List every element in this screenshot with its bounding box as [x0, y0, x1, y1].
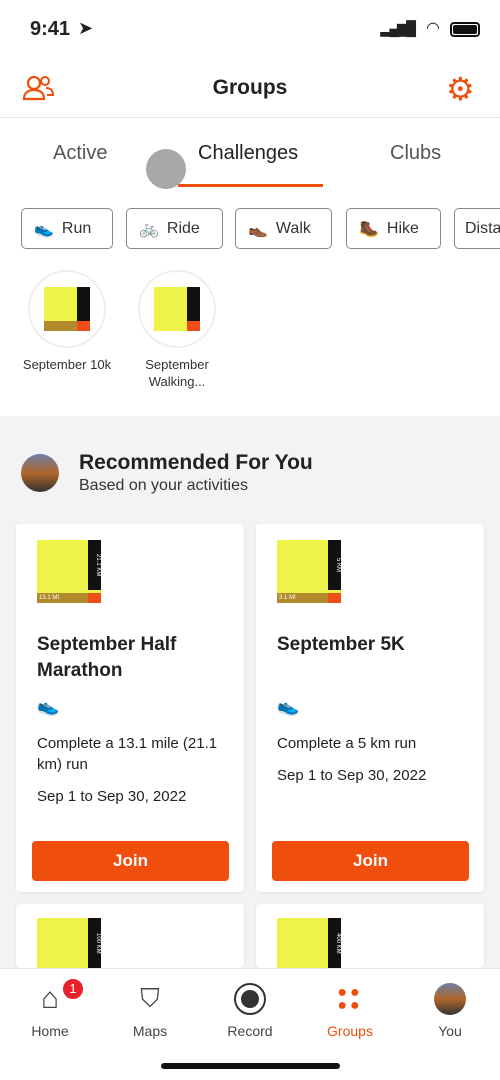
challenge-card[interactable]: 21.1 KM 13.1 MI September Half Marathon 👟…	[16, 524, 244, 892]
tab-active[interactable]: Active	[53, 142, 107, 165]
status-bar: 9:41 ➤ ◠ ▂▄▆█	[0, 0, 500, 60]
nav-you[interactable]: You	[405, 981, 495, 1039]
section-title: Recommended For You	[79, 451, 313, 474]
badge-km: 100 KM	[88, 918, 101, 968]
walk-shoe-icon: 👞	[248, 220, 268, 238]
nav-maps[interactable]: ⛉ Maps	[105, 981, 195, 1039]
challenge-card[interactable]: 5 KM 3.1 MI September 5K 👟 Complete a 5 k…	[256, 524, 484, 892]
badge-km: 21.1 KM	[88, 540, 101, 590]
nav-label: You	[438, 1023, 462, 1039]
clock: 9:41	[30, 18, 71, 40]
challenge-badge: 100 KM	[37, 918, 101, 968]
record-icon	[205, 981, 295, 1017]
tab-clubs[interactable]: Clubs	[390, 142, 441, 165]
map-pin-icon: ⛉	[140, 983, 160, 1013]
nav-home[interactable]: ⌂ Home 1	[5, 977, 95, 1039]
bottom-nav: ⌂ Home 1 ⛉ Maps Record ●● ●● Groups You	[0, 968, 500, 1080]
settings-gear-icon[interactable]: ⚙	[446, 70, 475, 108]
card-dates: Sep 1 to Sep 30, 2022	[37, 788, 187, 805]
page-title: Groups	[212, 76, 288, 99]
joined-challenges: September 10k September Walking...	[0, 270, 500, 416]
filter-label: Run	[61, 219, 92, 237]
tab-bar: Active Challenges Clubs	[0, 118, 500, 190]
filter-hike[interactable]: 🥾 Hike	[346, 208, 441, 249]
filter-ride[interactable]: 🚲 Ride	[126, 208, 223, 249]
nav-label: Groups	[327, 1023, 373, 1039]
joined-challenge[interactable]: September 10k	[12, 270, 122, 373]
badge-mi: 13.1 MI	[37, 593, 88, 603]
card-title: September 5K	[277, 634, 405, 655]
home-indicator	[161, 1063, 340, 1069]
join-button[interactable]: Join	[32, 841, 229, 881]
challenge-badge	[138, 270, 216, 348]
tab-indicator	[178, 184, 323, 187]
filter-label: Hike	[386, 219, 419, 237]
avatar	[21, 454, 59, 492]
challenge-badge	[28, 270, 106, 348]
filter-walk[interactable]: 👞 Walk	[235, 208, 332, 249]
challenge-label: September Walking...	[145, 357, 209, 389]
challenge-badge: 21.1 KM 13.1 MI	[37, 540, 101, 603]
badge-km: 5 KM	[328, 540, 341, 590]
nav-record[interactable]: Record	[205, 981, 295, 1039]
signal-icon: ▂▄▆█	[380, 20, 416, 36]
battery-icon	[450, 22, 480, 37]
filter-run[interactable]: 👟 Run	[21, 208, 113, 249]
badge-km: 400 KM	[328, 918, 341, 968]
challenge-card[interactable]: 400 KM	[256, 904, 484, 968]
filter-label: Ride	[166, 219, 200, 237]
boot-icon: 🥾	[359, 220, 379, 238]
card-title: September Half Marathon	[37, 634, 177, 681]
sport-filters: 👟 Run 🚲 Ride 👞 Walk 🥾 Hike Dista	[0, 190, 500, 270]
groups-icon: ●● ●●	[337, 984, 363, 1014]
join-button[interactable]: Join	[272, 841, 469, 881]
challenge-badge: 5 KM 3.1 MI	[277, 540, 341, 603]
notification-badge: 1	[61, 977, 85, 1001]
shoe-icon: 👟	[34, 220, 54, 238]
challenge-label: September 10k	[22, 357, 112, 372]
shoe-icon: 👟	[277, 696, 300, 716]
nav-groups[interactable]: ●● ●● Groups	[305, 981, 395, 1040]
header: Groups ⚙	[0, 60, 500, 118]
card-dates: Sep 1 to Sep 30, 2022	[277, 767, 427, 784]
nav-label: Home	[31, 1023, 69, 1039]
card-description: Complete a 13.1 mile (21.1 km) run	[37, 735, 218, 773]
section-subtitle: Based on your activities	[79, 477, 248, 494]
bike-icon: 🚲	[139, 220, 159, 238]
filter-label: Dista	[465, 219, 500, 237]
tab-challenges[interactable]: Challenges	[198, 142, 298, 165]
shoe-icon: 👟	[37, 696, 60, 716]
location-icon: ➤	[78, 18, 94, 38]
filter-label: Walk	[275, 219, 311, 237]
profile-avatar	[405, 981, 495, 1017]
badge-mi: 3.1 MI	[277, 593, 328, 603]
challenge-card[interactable]: 100 KM	[16, 904, 244, 968]
touch-indicator	[146, 149, 186, 189]
nav-label: Record	[227, 1023, 273, 1039]
challenge-badge: 400 KM	[277, 918, 341, 968]
card-description: Complete a 5 km run	[277, 735, 417, 752]
joined-challenge[interactable]: September Walking...	[122, 270, 217, 390]
nav-label: Maps	[132, 1023, 168, 1039]
filter-distance[interactable]: Dista	[454, 208, 500, 249]
wifi-icon: ◠	[426, 20, 440, 37]
